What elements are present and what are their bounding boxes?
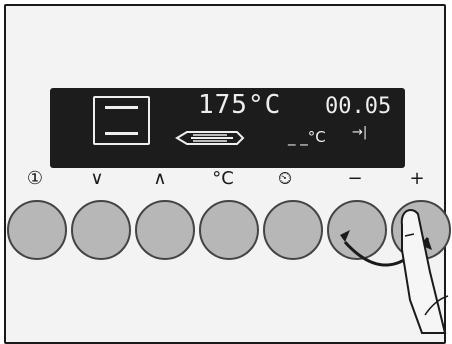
bottom-heat-element — [105, 132, 138, 135]
timer-button[interactable] — [263, 200, 323, 260]
heating-progress-icon — [175, 131, 245, 145]
plus-icon: + — [409, 168, 425, 189]
oven-heating-icon — [93, 96, 150, 145]
time-readout: 00.05 — [325, 94, 392, 119]
button-labels: ① ∨ ∧ °C ⏲ − + — [0, 168, 452, 192]
chevron-down-icon: ∨ — [90, 168, 104, 189]
temperature-button[interactable] — [199, 200, 259, 260]
oven-display: 175°C 00.05 →| _ _°C — [50, 88, 405, 168]
secondary-temperature: _ _°C — [288, 128, 326, 146]
temperature-icon: °C — [212, 168, 234, 189]
top-heat-element — [105, 106, 138, 109]
down-button[interactable] — [71, 200, 131, 260]
timer-icon: ⏲ — [277, 168, 293, 189]
power-button[interactable] — [7, 200, 67, 260]
timer-end-icon: →| — [352, 125, 368, 140]
temperature-readout: 175°C — [198, 90, 282, 120]
up-button[interactable] — [135, 200, 195, 260]
button-row — [0, 200, 452, 270]
plus-button[interactable] — [391, 200, 451, 260]
minus-icon: − — [347, 168, 363, 189]
minus-button[interactable] — [327, 200, 387, 260]
chevron-up-icon: ∧ — [153, 168, 167, 189]
power-icon: ① — [26, 168, 44, 189]
